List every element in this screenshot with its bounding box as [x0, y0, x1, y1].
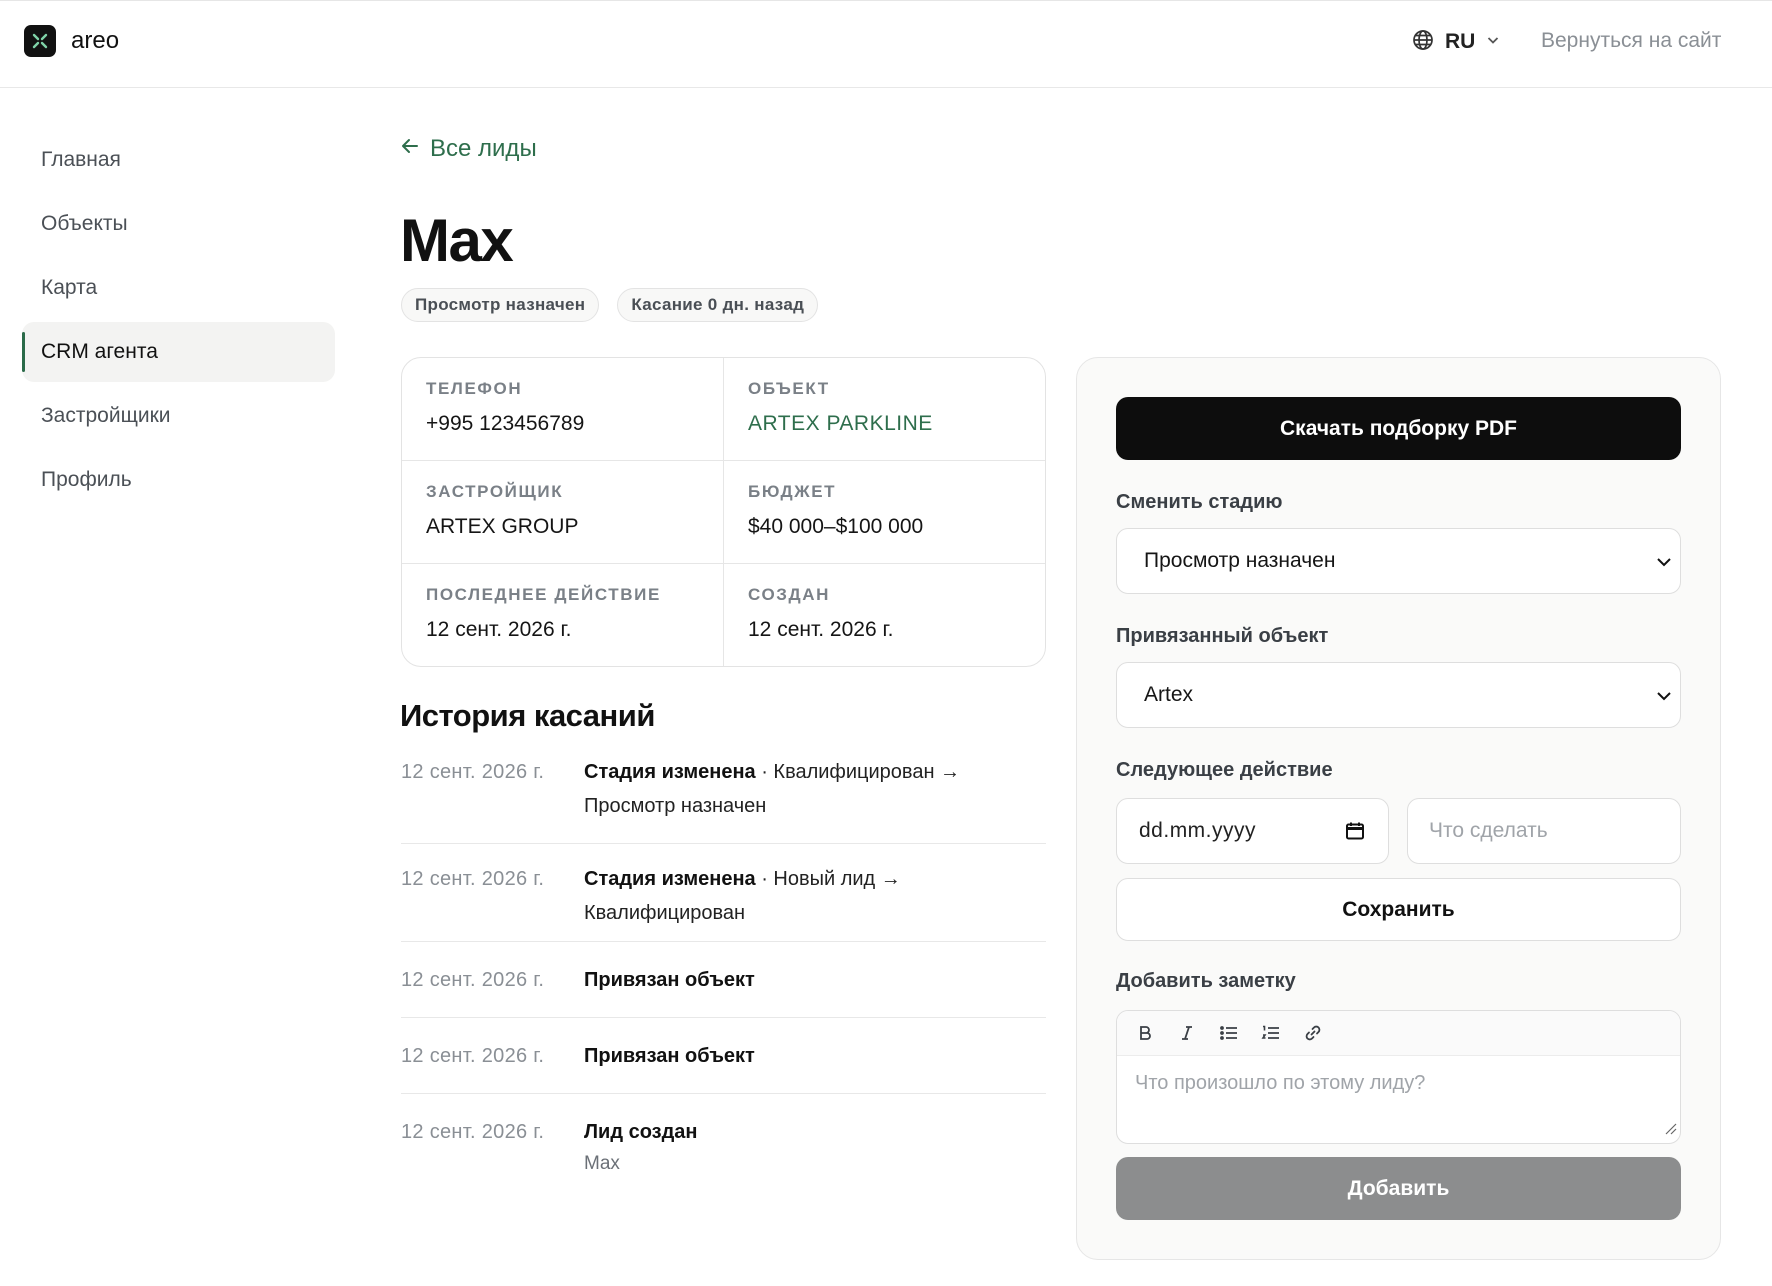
history-sub: Max: [584, 1153, 620, 1174]
phone-value: +995 123456789: [426, 412, 585, 435]
all-leads-link[interactable]: Все лиды: [400, 135, 537, 163]
download-pdf-button[interactable]: Скачать подборку PDF: [1116, 397, 1681, 460]
add-note-button[interactable]: Добавить: [1116, 1157, 1681, 1220]
all-leads-label: Все лиды: [430, 135, 537, 162]
history-title: Стадия изменена: [584, 868, 756, 890]
italic-icon[interactable]: [1177, 1023, 1197, 1043]
developer-label: ЗАСТРОЙЩИК: [426, 482, 564, 501]
sidebar-item-crm[interactable]: CRM агента: [22, 322, 335, 382]
stage-select-value: Просмотр назначен: [1144, 549, 1336, 572]
numbered-list-icon[interactable]: [1261, 1023, 1281, 1043]
history-body: Стадия изменена · Новый лид → Квалифицир…: [584, 862, 1046, 941]
list-item: 12 сент. 2026 г. Стадия изменена · Квали…: [401, 755, 1046, 844]
arrow-left-icon: [400, 135, 420, 163]
sidebar-nav: Главная Объекты Карта CRM агента Застрой…: [22, 130, 335, 514]
developer-value: ARTEX GROUP: [426, 515, 579, 538]
phone-label: ТЕЛЕФОН: [426, 379, 523, 398]
budget-value: $40 000–$100 000: [748, 515, 924, 538]
history-title: Лид создан: [584, 1121, 698, 1143]
history-title: История касаний: [400, 698, 655, 733]
bullet-list-icon[interactable]: [1219, 1023, 1239, 1043]
object-label: ОБЪЕКТ: [748, 379, 830, 398]
stage-select[interactable]: Просмотр назначен: [1116, 528, 1681, 594]
linked-object-label: Привязанный объект: [1116, 625, 1329, 647]
stage-label: Сменить стадию: [1116, 491, 1283, 513]
list-item: 12 сент. 2026 г. Стадия изменена · Новый…: [401, 844, 1046, 942]
object-link[interactable]: ARTEX PARKLINE: [748, 412, 1023, 436]
editor-toolbar: [1117, 1011, 1680, 1056]
next-action-todo-input[interactable]: Что сделать: [1407, 798, 1681, 864]
chevron-down-icon: [1654, 552, 1674, 578]
save-button[interactable]: Сохранить: [1116, 878, 1681, 941]
bold-icon[interactable]: [1135, 1023, 1155, 1043]
history-body: Лид создан Max: [584, 1115, 1046, 1184]
back-to-site-link[interactable]: Вернуться на сайт: [1541, 29, 1721, 53]
info-developer: ЗАСТРОЙЩИК ARTEX GROUP: [402, 461, 724, 564]
sidebar-item-developers[interactable]: Застройщики: [22, 386, 335, 446]
lead-info-card: ТЕЛЕФОН +995 123456789 ОБЪЕКТ ARTEX PARK…: [401, 357, 1046, 667]
sidebar-item-profile[interactable]: Профиль: [22, 450, 335, 510]
language-selector[interactable]: RU: [1411, 27, 1501, 57]
history-date: 12 сент. 2026 г.: [401, 1121, 545, 1143]
link-icon[interactable]: [1303, 1023, 1323, 1043]
date-placeholder: dd.mm.yyyy: [1139, 819, 1257, 842]
touch-history-list: 12 сент. 2026 г. Стадия изменена · Квали…: [401, 755, 1046, 1184]
sidebar-item-map[interactable]: Карта: [22, 258, 335, 318]
history-date: 12 сент. 2026 г.: [401, 868, 545, 890]
next-action-label: Следующее действие: [1116, 759, 1333, 781]
sidebar-item-objects[interactable]: Объекты: [22, 194, 335, 254]
created-label: СОЗДАН: [748, 585, 830, 604]
sidebar-item-home[interactable]: Главная: [22, 130, 335, 190]
last-action-value: 12 сент. 2026 г.: [426, 618, 572, 641]
linked-object-value: Artex: [1144, 683, 1194, 706]
history-title: Привязан объект: [584, 1045, 755, 1067]
created-value: 12 сент. 2026 г.: [748, 618, 894, 641]
chevron-down-icon: [1485, 32, 1501, 53]
budget-label: БЮДЖЕТ: [748, 482, 837, 501]
history-title: Привязан объект: [584, 969, 755, 991]
info-object: ОБЪЕКТ ARTEX PARKLINE: [724, 358, 1045, 461]
history-title: Стадия изменена: [584, 761, 756, 783]
chevron-down-icon: [1654, 686, 1674, 712]
touch-badge: Касание 0 дн. назад: [617, 288, 819, 322]
history-date: 12 сент. 2026 г.: [401, 1045, 545, 1067]
status-badges: Просмотр назначен Касание 0 дн. назад: [401, 288, 819, 322]
info-last-action: ПОСЛЕДНЕЕ ДЕЙСТВИЕ 12 сент. 2026 г.: [402, 564, 724, 666]
note-editor: Что произошло по этому лиду?: [1116, 1010, 1681, 1144]
brand-name[interactable]: areo: [71, 27, 119, 55]
history-body: Привязан объект: [584, 1039, 1046, 1093]
note-textarea[interactable]: Что произошло по этому лиду?: [1117, 1056, 1680, 1111]
page-title: Max: [400, 207, 514, 274]
logo-mark-icon[interactable]: [24, 25, 56, 57]
list-item: 12 сент. 2026 г. Лид создан Max: [401, 1094, 1046, 1184]
history-date: 12 сент. 2026 г.: [401, 761, 545, 783]
linked-object-select[interactable]: Artex: [1116, 662, 1681, 728]
globe-icon: [1411, 28, 1435, 57]
history-date: 12 сент. 2026 г.: [401, 969, 545, 991]
history-body: Привязан объект: [584, 963, 1046, 1017]
todo-placeholder: Что сделать: [1429, 819, 1548, 842]
info-budget: БЮДЖЕТ $40 000–$100 000: [724, 461, 1045, 564]
lead-actions-panel: Скачать подборку PDF Сменить стадию Прос…: [1076, 357, 1721, 1260]
history-body: Стадия изменена · Квалифицирован → Просм…: [584, 755, 1046, 843]
top-header: areo RU Вернуться на сайт: [0, 0, 1772, 88]
info-created: СОЗДАН 12 сент. 2026 г.: [724, 564, 1045, 666]
language-label: RU: [1445, 30, 1476, 53]
resize-handle-icon[interactable]: [1663, 1121, 1677, 1140]
list-item: 12 сент. 2026 г. Привязан объект: [401, 942, 1046, 1018]
last-action-label: ПОСЛЕДНЕЕ ДЕЙСТВИЕ: [426, 585, 661, 604]
stage-badge: Просмотр назначен: [401, 288, 600, 322]
calendar-icon[interactable]: [1344, 820, 1366, 848]
next-action-date-input[interactable]: dd.mm.yyyy: [1116, 798, 1389, 864]
note-label: Добавить заметку: [1116, 970, 1296, 992]
info-phone: ТЕЛЕФОН +995 123456789: [402, 358, 724, 461]
list-item: 12 сент. 2026 г. Привязан объект: [401, 1018, 1046, 1094]
